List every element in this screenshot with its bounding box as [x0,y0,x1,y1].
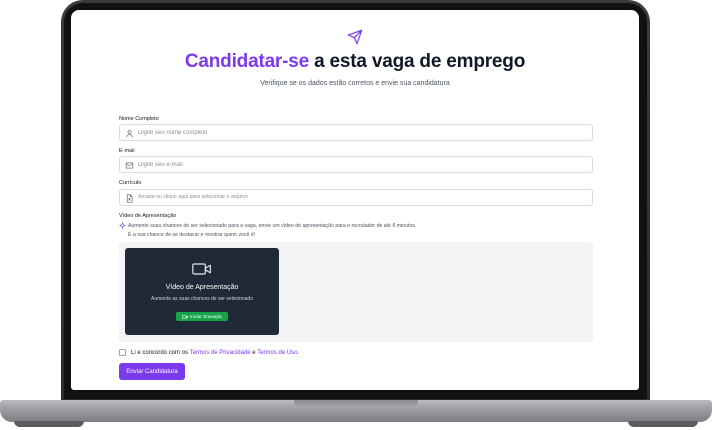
laptop-screen: Candidatar-se a esta vaga de emprego Ver… [71,10,639,390]
terms-text: Li e concordo com os Termos de Privacida… [131,350,299,356]
video-hint-line1: Aumente suas chances de ser selecionado … [128,223,417,229]
video-card-title: Vídeo de Apresentação [165,284,239,291]
mail-icon [125,162,134,168]
terms-row: Li e concordo com os Termos de Privacida… [119,349,299,356]
page-title-accent: Candidatar-se [184,51,309,72]
file-upload-icon [126,193,133,203]
video-label: Vídeo de Apresentação [119,213,177,219]
video-camera-icon [192,263,211,275]
email-input[interactable] [138,159,578,170]
laptop-base-notch [294,400,418,408]
laptop-foot-right [628,421,698,427]
name-label: Nome Completo [119,116,159,122]
page-title: Candidatar-se a esta vaga de emprego [71,51,639,73]
video-camera-icon [182,314,188,319]
laptop-foot-left [14,421,84,427]
terms-prefix: Li e concordo com os [131,349,190,356]
submit-application-button[interactable]: Enviar Candidatura [119,363,185,380]
name-field[interactable] [119,124,593,141]
send-icon [347,29,363,45]
privacy-terms-link[interactable]: Termos de Privacidade [190,350,251,356]
use-terms-link[interactable]: Termos de Uso. [257,350,299,356]
resume-dropzone[interactable]: Arraste ou clique aqui para selecionar o… [119,189,593,206]
email-field[interactable] [119,156,593,173]
start-recording-label: Iniciar Gravação [190,314,222,319]
email-label: E-mail [119,148,135,154]
page-title-rest: a esta vaga de emprego [309,51,526,72]
start-recording-button[interactable]: Iniciar Gravação [176,312,228,321]
name-input[interactable] [138,127,578,138]
terms-checkbox[interactable] [119,349,126,356]
resume-dropzone-text: Arraste ou clique aqui para selecionar o… [138,194,248,200]
page-subtitle: Verifique se os dados estão corretos e e… [260,80,450,87]
video-recorder-card: Vídeo de Apresentação Aumente as suas ch… [125,248,279,335]
sparkle-icon [119,222,126,229]
resume-label: Currículo [119,180,142,186]
video-hint-line2: É a sua chance de se destacar e mostrar … [128,232,256,238]
video-card-subtitle: Aumente as suas chances de ser seleciona… [150,296,253,302]
user-icon [126,129,133,137]
